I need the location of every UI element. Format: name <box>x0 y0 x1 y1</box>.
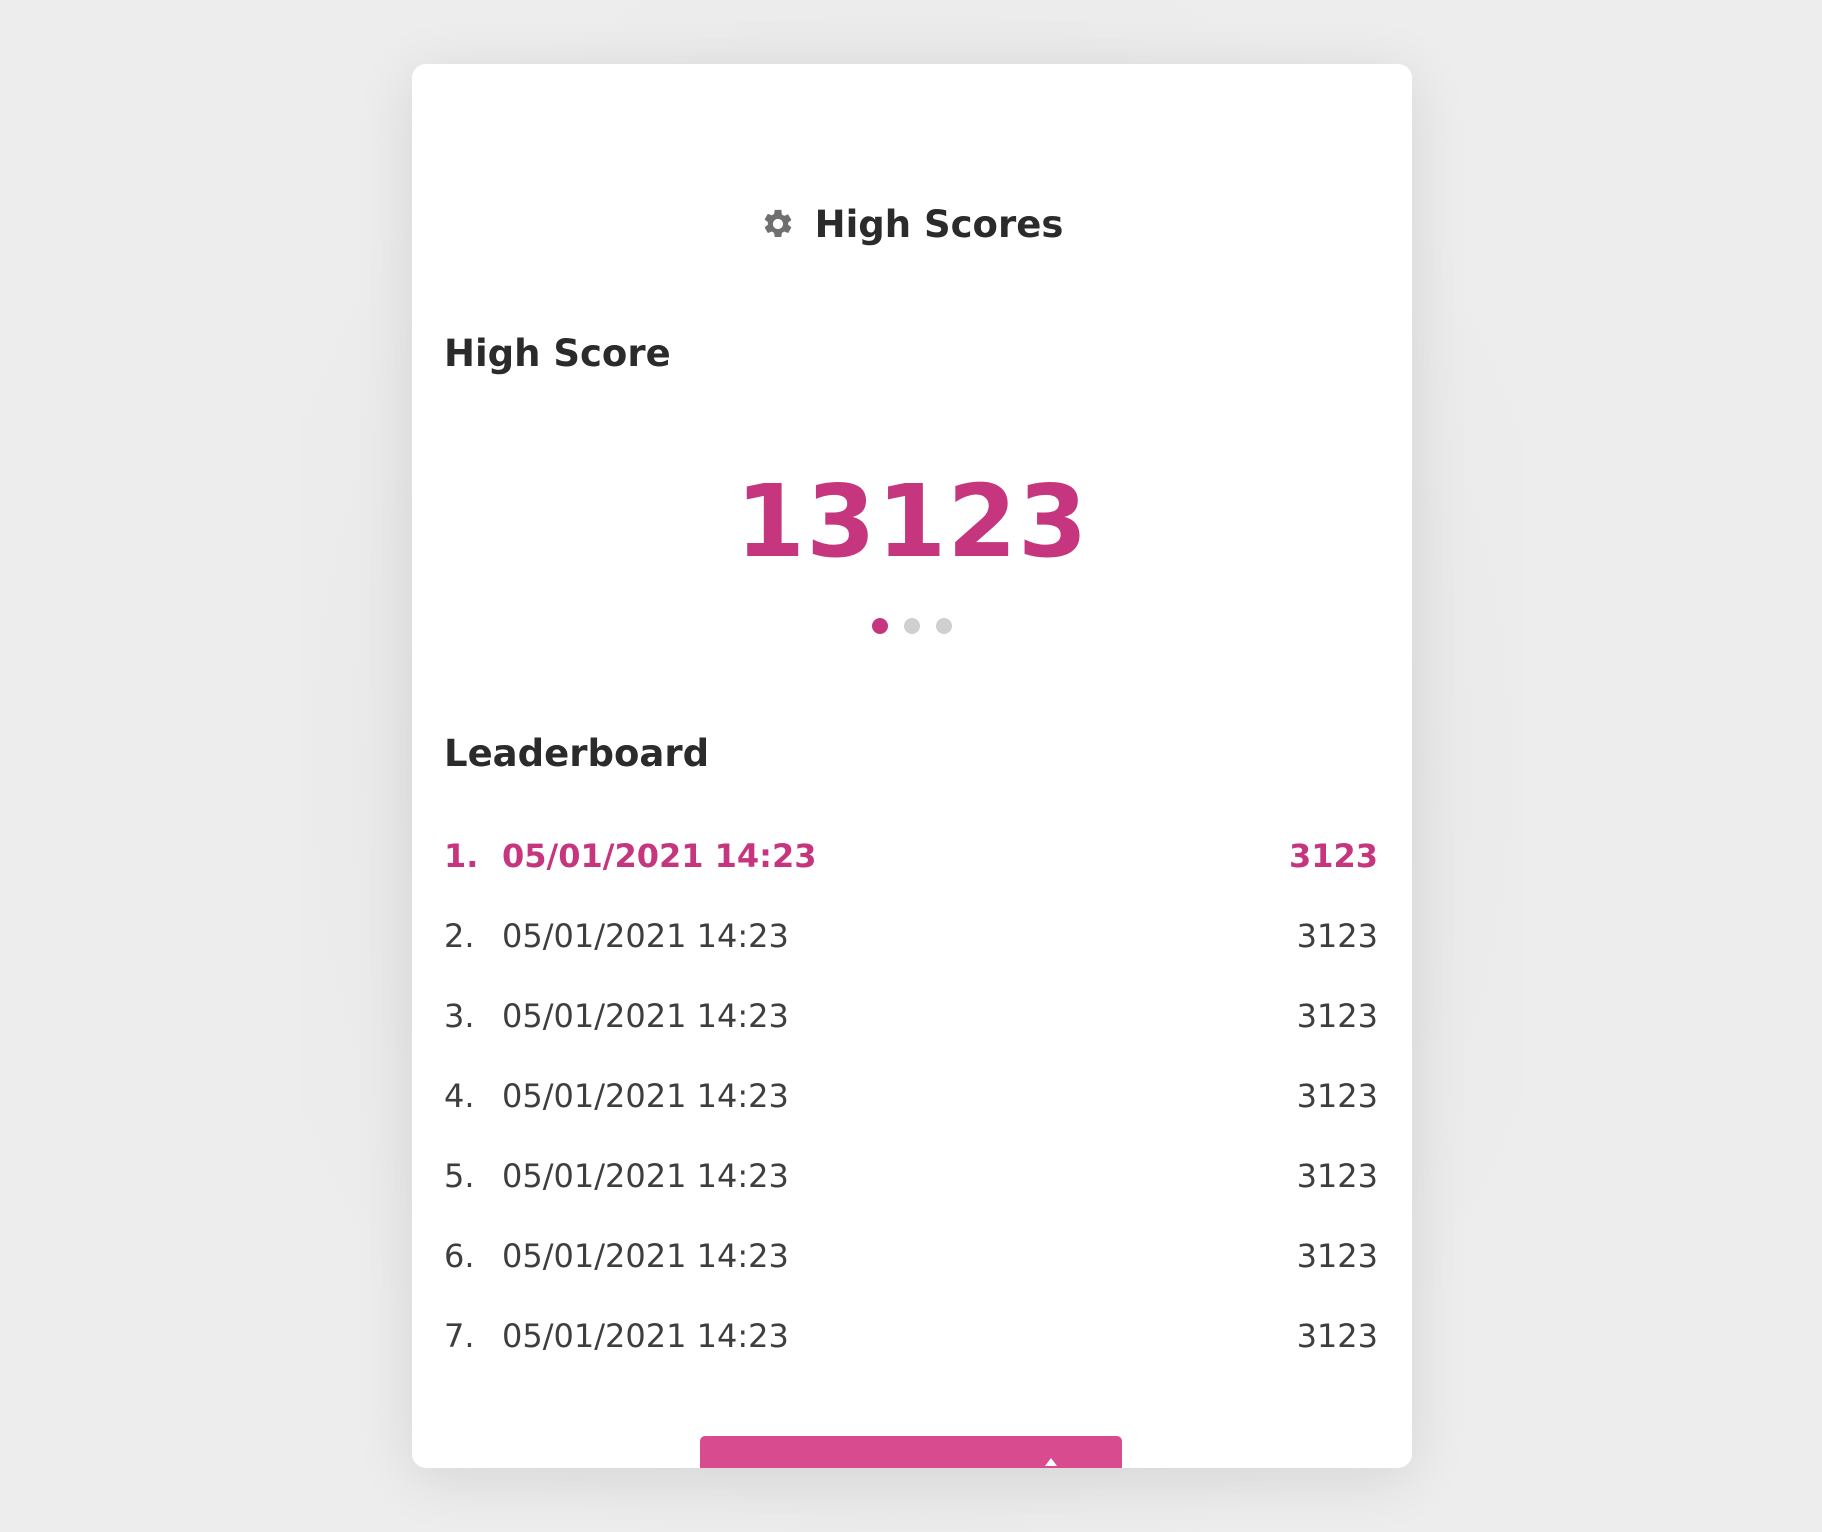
pager-dots <box>412 618 1412 634</box>
leaderboard-row-7: 7. 05/01/2021 14:23 3123 <box>444 1296 1378 1376</box>
gear-icon[interactable] <box>761 207 795 241</box>
leaderboard-row-5: 5. 05/01/2021 14:23 3123 <box>444 1136 1378 1216</box>
row-rank: 5. <box>444 1157 475 1195</box>
leaderboard-list: 1. 05/01/2021 14:23 3123 2. 05/01/2021 1… <box>444 816 1378 1376</box>
page-title: High Scores <box>814 202 1064 246</box>
row-rank: 2. <box>444 917 475 955</box>
row-date: 05/01/2021 14:23 <box>502 1077 789 1115</box>
row-score: 3123 <box>1296 1077 1378 1115</box>
row-rank: 6. <box>444 1237 475 1275</box>
row-score: 3123 <box>1296 1237 1378 1275</box>
high-score-heading: High Score <box>444 332 671 375</box>
row-rank: 1. <box>444 837 479 875</box>
row-score: 3123 <box>1296 917 1378 955</box>
pager-dot-2[interactable] <box>904 618 920 634</box>
card-header: High Scores <box>412 194 1412 254</box>
leaderboard-row-6: 6. 05/01/2021 14:23 3123 <box>444 1216 1378 1296</box>
row-score: 3123 <box>1296 1157 1378 1195</box>
row-score: 3123 <box>1288 837 1378 875</box>
row-date: 05/01/2021 14:23 <box>502 1317 789 1355</box>
row-date: 05/01/2021 14:23 <box>502 997 789 1035</box>
pager-dot-3[interactable] <box>936 618 952 634</box>
row-date: 05/01/2021 14:23 <box>502 837 817 875</box>
row-score: 3123 <box>1296 997 1378 1035</box>
leaderboard-row-1: 1. 05/01/2021 14:23 3123 <box>444 816 1378 896</box>
row-date: 05/01/2021 14:23 <box>502 1237 789 1275</box>
high-score-value: 13123 <box>735 463 1089 580</box>
chevron-up-icon <box>1045 1458 1057 1466</box>
row-date: 05/01/2021 14:23 <box>502 1157 789 1195</box>
leaderboard-heading: Leaderboard <box>444 732 710 775</box>
leaderboard-row-3: 3. 05/01/2021 14:23 3123 <box>444 976 1378 1056</box>
leaderboard-row-4: 4. 05/01/2021 14:23 3123 <box>444 1056 1378 1136</box>
row-rank: 3. <box>444 997 475 1035</box>
pager-dot-1[interactable] <box>872 618 888 634</box>
row-rank: 4. <box>444 1077 475 1115</box>
row-score: 3123 <box>1296 1317 1378 1355</box>
bottom-action-button[interactable] <box>700 1436 1122 1468</box>
high-scores-card: High Scores High Score 13123 Leaderboard… <box>412 64 1412 1468</box>
row-date: 05/01/2021 14:23 <box>502 917 789 955</box>
row-rank: 7. <box>444 1317 475 1355</box>
leaderboard-row-2: 2. 05/01/2021 14:23 3123 <box>444 896 1378 976</box>
